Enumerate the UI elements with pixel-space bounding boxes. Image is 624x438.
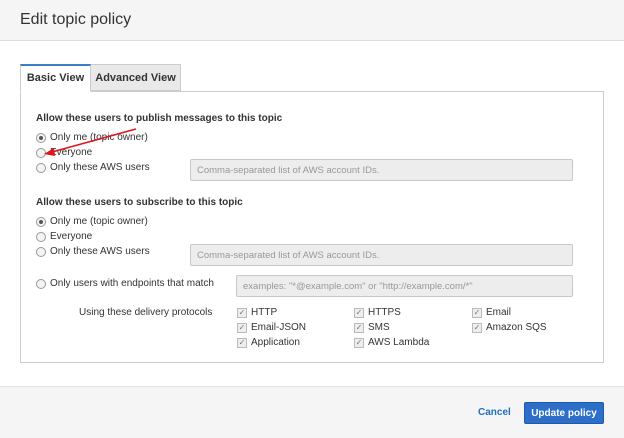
publish-option-everyone[interactable]: Everyone [36,147,92,158]
update-policy-button[interactable]: Update policy [524,402,604,424]
dialog-footer: Cancel Update policy [0,386,624,438]
checkmark-icon[interactable]: ✓ [472,307,482,318]
radio-icon[interactable] [36,278,46,289]
tab-basic-view[interactable]: Basic View [20,64,91,92]
publish-option-only-me-label: Only me (topic owner) [50,132,148,143]
radio-icon[interactable] [36,231,46,242]
protocol-sms[interactable]: ✓ SMS [354,322,390,333]
subscribe-option-endpoints-label: Only users with endpoints that match [50,278,214,289]
publish-option-aws-users[interactable]: Only these AWS users [36,162,150,173]
checkmark-icon[interactable]: ✓ [237,337,247,348]
publish-section-title: Allow these users to publish messages to… [36,113,283,124]
dialog-title: Edit topic policy [20,11,132,28]
protocol-application-label: Application [251,337,300,348]
subscribe-option-endpoints[interactable]: Only users with endpoints that match [36,278,214,289]
protocol-email-json-label: Email-JSON [251,322,307,333]
radio-icon[interactable] [36,216,46,227]
tab-advanced-view[interactable]: Advanced View [91,64,181,91]
publish-option-only-me[interactable]: Only me (topic owner) [36,132,148,143]
checkmark-icon[interactable]: ✓ [237,307,247,318]
dialog-header: Edit topic policy [0,0,624,41]
protocol-http-label: HTTP [251,307,278,318]
protocol-email[interactable]: ✓ Email [472,307,511,318]
protocol-http[interactable]: ✓ HTTP [237,307,277,318]
subscribe-option-only-me-label: Only me (topic owner) [50,216,148,227]
radio-icon[interactable] [36,132,46,143]
protocol-aws-lambda-label: AWS Lambda [368,337,430,348]
protocol-amazon-sqs[interactable]: ✓ Amazon SQS [472,322,547,333]
edit-topic-policy-dialog: Edit topic policy Basic View Advanced Vi… [0,0,624,438]
protocol-sms-label: SMS [368,322,390,333]
protocol-amazon-sqs-label: Amazon SQS [486,322,547,333]
subscribe-section-title: Allow these users to subscribe to this t… [36,197,243,208]
radio-icon[interactable] [36,147,46,158]
protocol-https-label: HTTPS [368,307,401,318]
subscribe-aws-users-input[interactable] [190,244,573,266]
delivery-protocols-label: Using these delivery protocols [79,307,213,318]
radio-icon[interactable] [36,246,46,257]
checkmark-icon[interactable]: ✓ [354,337,364,348]
radio-icon[interactable] [36,162,46,173]
subscribe-option-everyone-label: Everyone [50,231,93,242]
cancel-button[interactable]: Cancel [478,407,511,418]
checkmark-icon[interactable]: ✓ [354,307,364,318]
checkmark-icon[interactable]: ✓ [472,322,482,333]
publish-option-everyone-label: Everyone [50,147,93,158]
protocol-aws-lambda[interactable]: ✓ AWS Lambda [354,337,429,348]
subscribe-option-aws-users[interactable]: Only these AWS users [36,246,150,257]
checkmark-icon[interactable]: ✓ [354,322,364,333]
checkmark-icon[interactable]: ✓ [237,322,247,333]
subscribe-option-aws-users-label: Only these AWS users [50,246,150,257]
subscribe-option-everyone[interactable]: Everyone [36,231,92,242]
basic-view-panel: Allow these users to publish messages to… [20,91,604,363]
publish-aws-users-input[interactable] [190,159,573,181]
subscribe-option-only-me[interactable]: Only me (topic owner) [36,216,148,227]
protocol-https[interactable]: ✓ HTTPS [354,307,401,318]
subscribe-endpoints-input[interactable] [236,275,573,297]
protocol-application[interactable]: ✓ Application [237,337,300,348]
publish-option-aws-users-label: Only these AWS users [50,162,150,173]
protocol-email-json[interactable]: ✓ Email-JSON [237,322,306,333]
protocol-email-label: Email [486,307,512,318]
